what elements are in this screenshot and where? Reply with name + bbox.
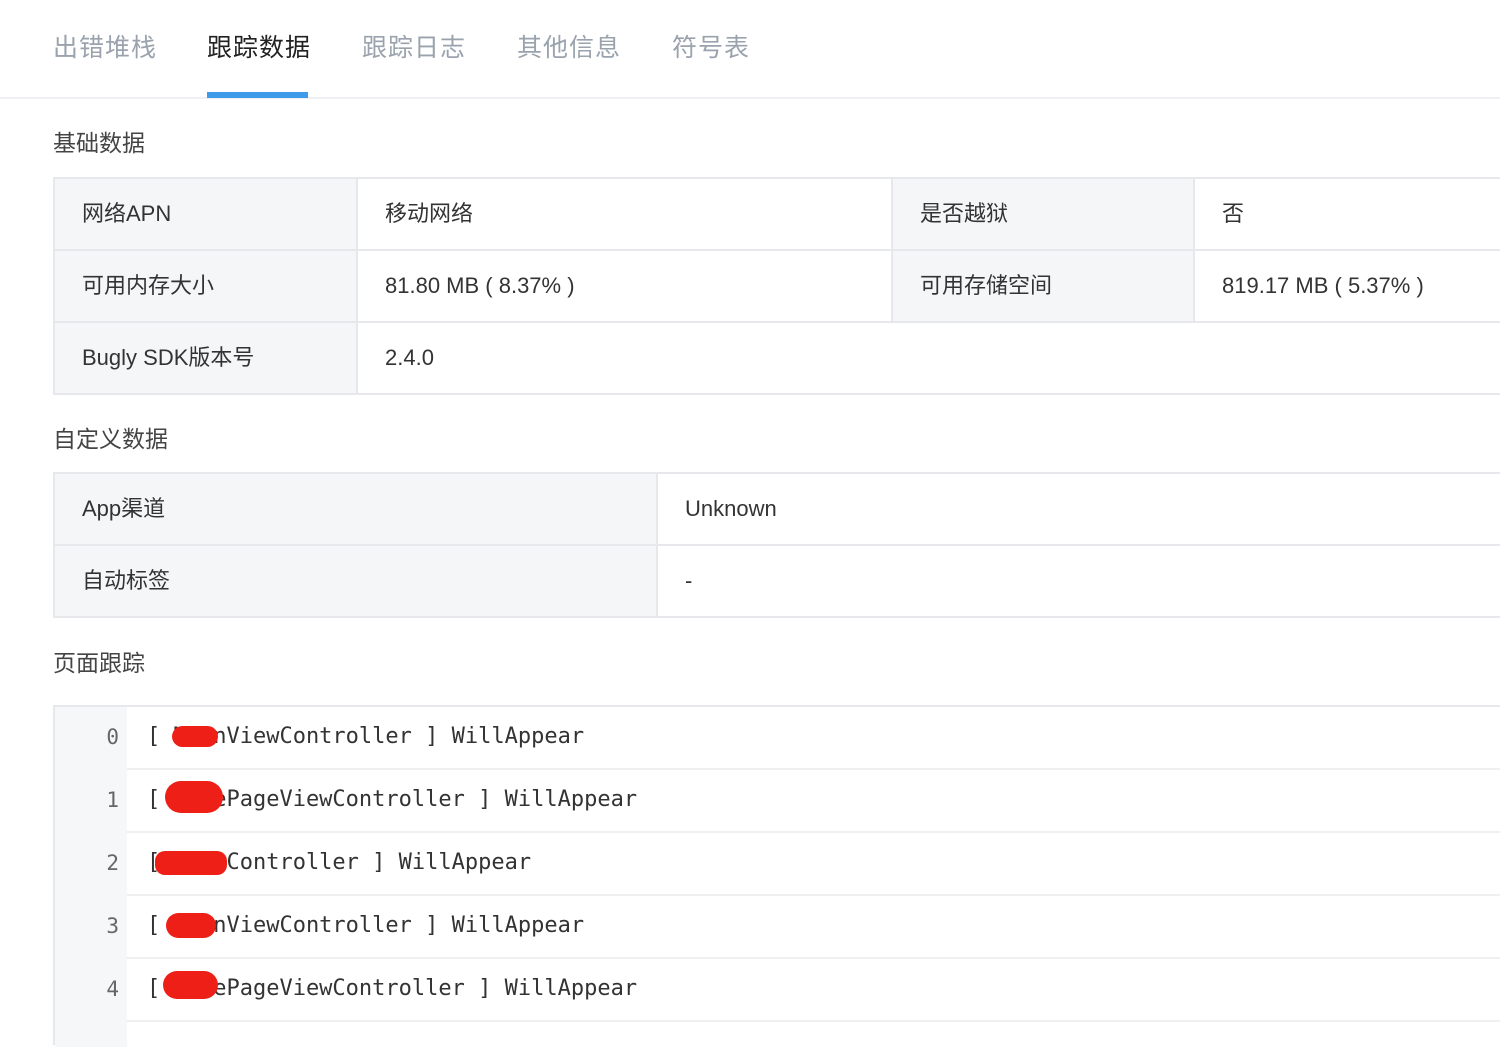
page-trace-title: 页面跟踪 — [53, 650, 145, 676]
line-number: 2 — [106, 851, 119, 875]
tab-other-info[interactable]: 其他信息 — [517, 28, 621, 64]
table-row: App渠道 Unknown — [55, 474, 1500, 546]
list-item: 4 [ HomePageViewController ] WillAppear — [55, 959, 1500, 1022]
redaction-mark — [166, 913, 216, 938]
storage-value: 819.17 MB ( 5.37% ) — [1222, 273, 1424, 298]
tab-symbol-table[interactable]: 符号表 — [672, 28, 750, 64]
line-number: 0 — [106, 725, 119, 749]
basic-data-table: 网络APN 移动网络 是否越狱 否 可用内存大小 81.80 MB ( 8.37… — [53, 177, 1500, 395]
jailbreak-value: 否 — [1222, 201, 1245, 226]
trace-entry: [ HomePageViewController ] WillAppear — [147, 976, 638, 1001]
memory-label: 可用内存大小 — [55, 251, 358, 321]
tab-bar: 出错堆栈 跟踪数据 跟踪日志 其他信息 符号表 — [0, 0, 1500, 99]
app-channel-label: App渠道 — [55, 474, 658, 544]
line-number: 4 — [106, 977, 119, 1001]
tab-trace-data[interactable]: 跟踪数据 — [207, 28, 311, 64]
sdk-version-label: Bugly SDK版本号 — [55, 323, 358, 393]
list-item: 0 [ MainViewController ] WillAppear — [55, 707, 1500, 770]
tab-error-stack[interactable]: 出错堆栈 — [53, 28, 157, 64]
table-row: 自动标签 - — [55, 546, 1500, 618]
table-row: Bugly SDK版本号 2.4.0 — [55, 323, 1500, 395]
table-row: 网络APN 移动网络 是否越狱 否 — [55, 179, 1500, 251]
redaction-mark — [163, 971, 218, 999]
redaction-mark — [172, 726, 218, 747]
list-item: 3 [ MainViewController ] WillAppear — [55, 896, 1500, 959]
jailbreak-label: 是否越狱 — [893, 179, 1195, 249]
line-number: 1 — [106, 788, 119, 812]
auto-tag-value: - — [685, 568, 693, 593]
tab-trace-log[interactable]: 跟踪日志 — [362, 28, 466, 64]
apn-value: 移动网络 — [358, 179, 893, 249]
basic-data-title: 基础数据 — [53, 130, 145, 156]
auto-tag-label: 自动标签 — [55, 546, 658, 616]
memory-value: 81.80 MB ( 8.37% ) — [358, 251, 893, 321]
list-item: 2 [ ViewController ] WillAppear — [55, 833, 1500, 896]
line-number: 3 — [106, 914, 119, 938]
list-item: 1 [ HomePageViewController ] WillAppear — [55, 770, 1500, 833]
page-trace-list: 0 [ MainViewController ] WillAppear 1 [ … — [53, 705, 1500, 1047]
redaction-mark — [165, 781, 223, 813]
sdk-version-value: 2.4.0 — [385, 345, 434, 370]
custom-data-title: 自定义数据 — [53, 426, 168, 452]
app-channel-value: Unknown — [685, 496, 777, 521]
storage-label: 可用存储空间 — [893, 251, 1195, 321]
custom-data-table: App渠道 Unknown 自动标签 - — [53, 472, 1500, 618]
row-divider — [127, 1020, 1500, 1022]
table-row: 可用内存大小 81.80 MB ( 8.37% ) 可用存储空间 819.17 … — [55, 251, 1500, 323]
active-tab-indicator — [207, 92, 308, 98]
apn-label: 网络APN — [55, 179, 358, 249]
redaction-mark — [155, 851, 227, 875]
